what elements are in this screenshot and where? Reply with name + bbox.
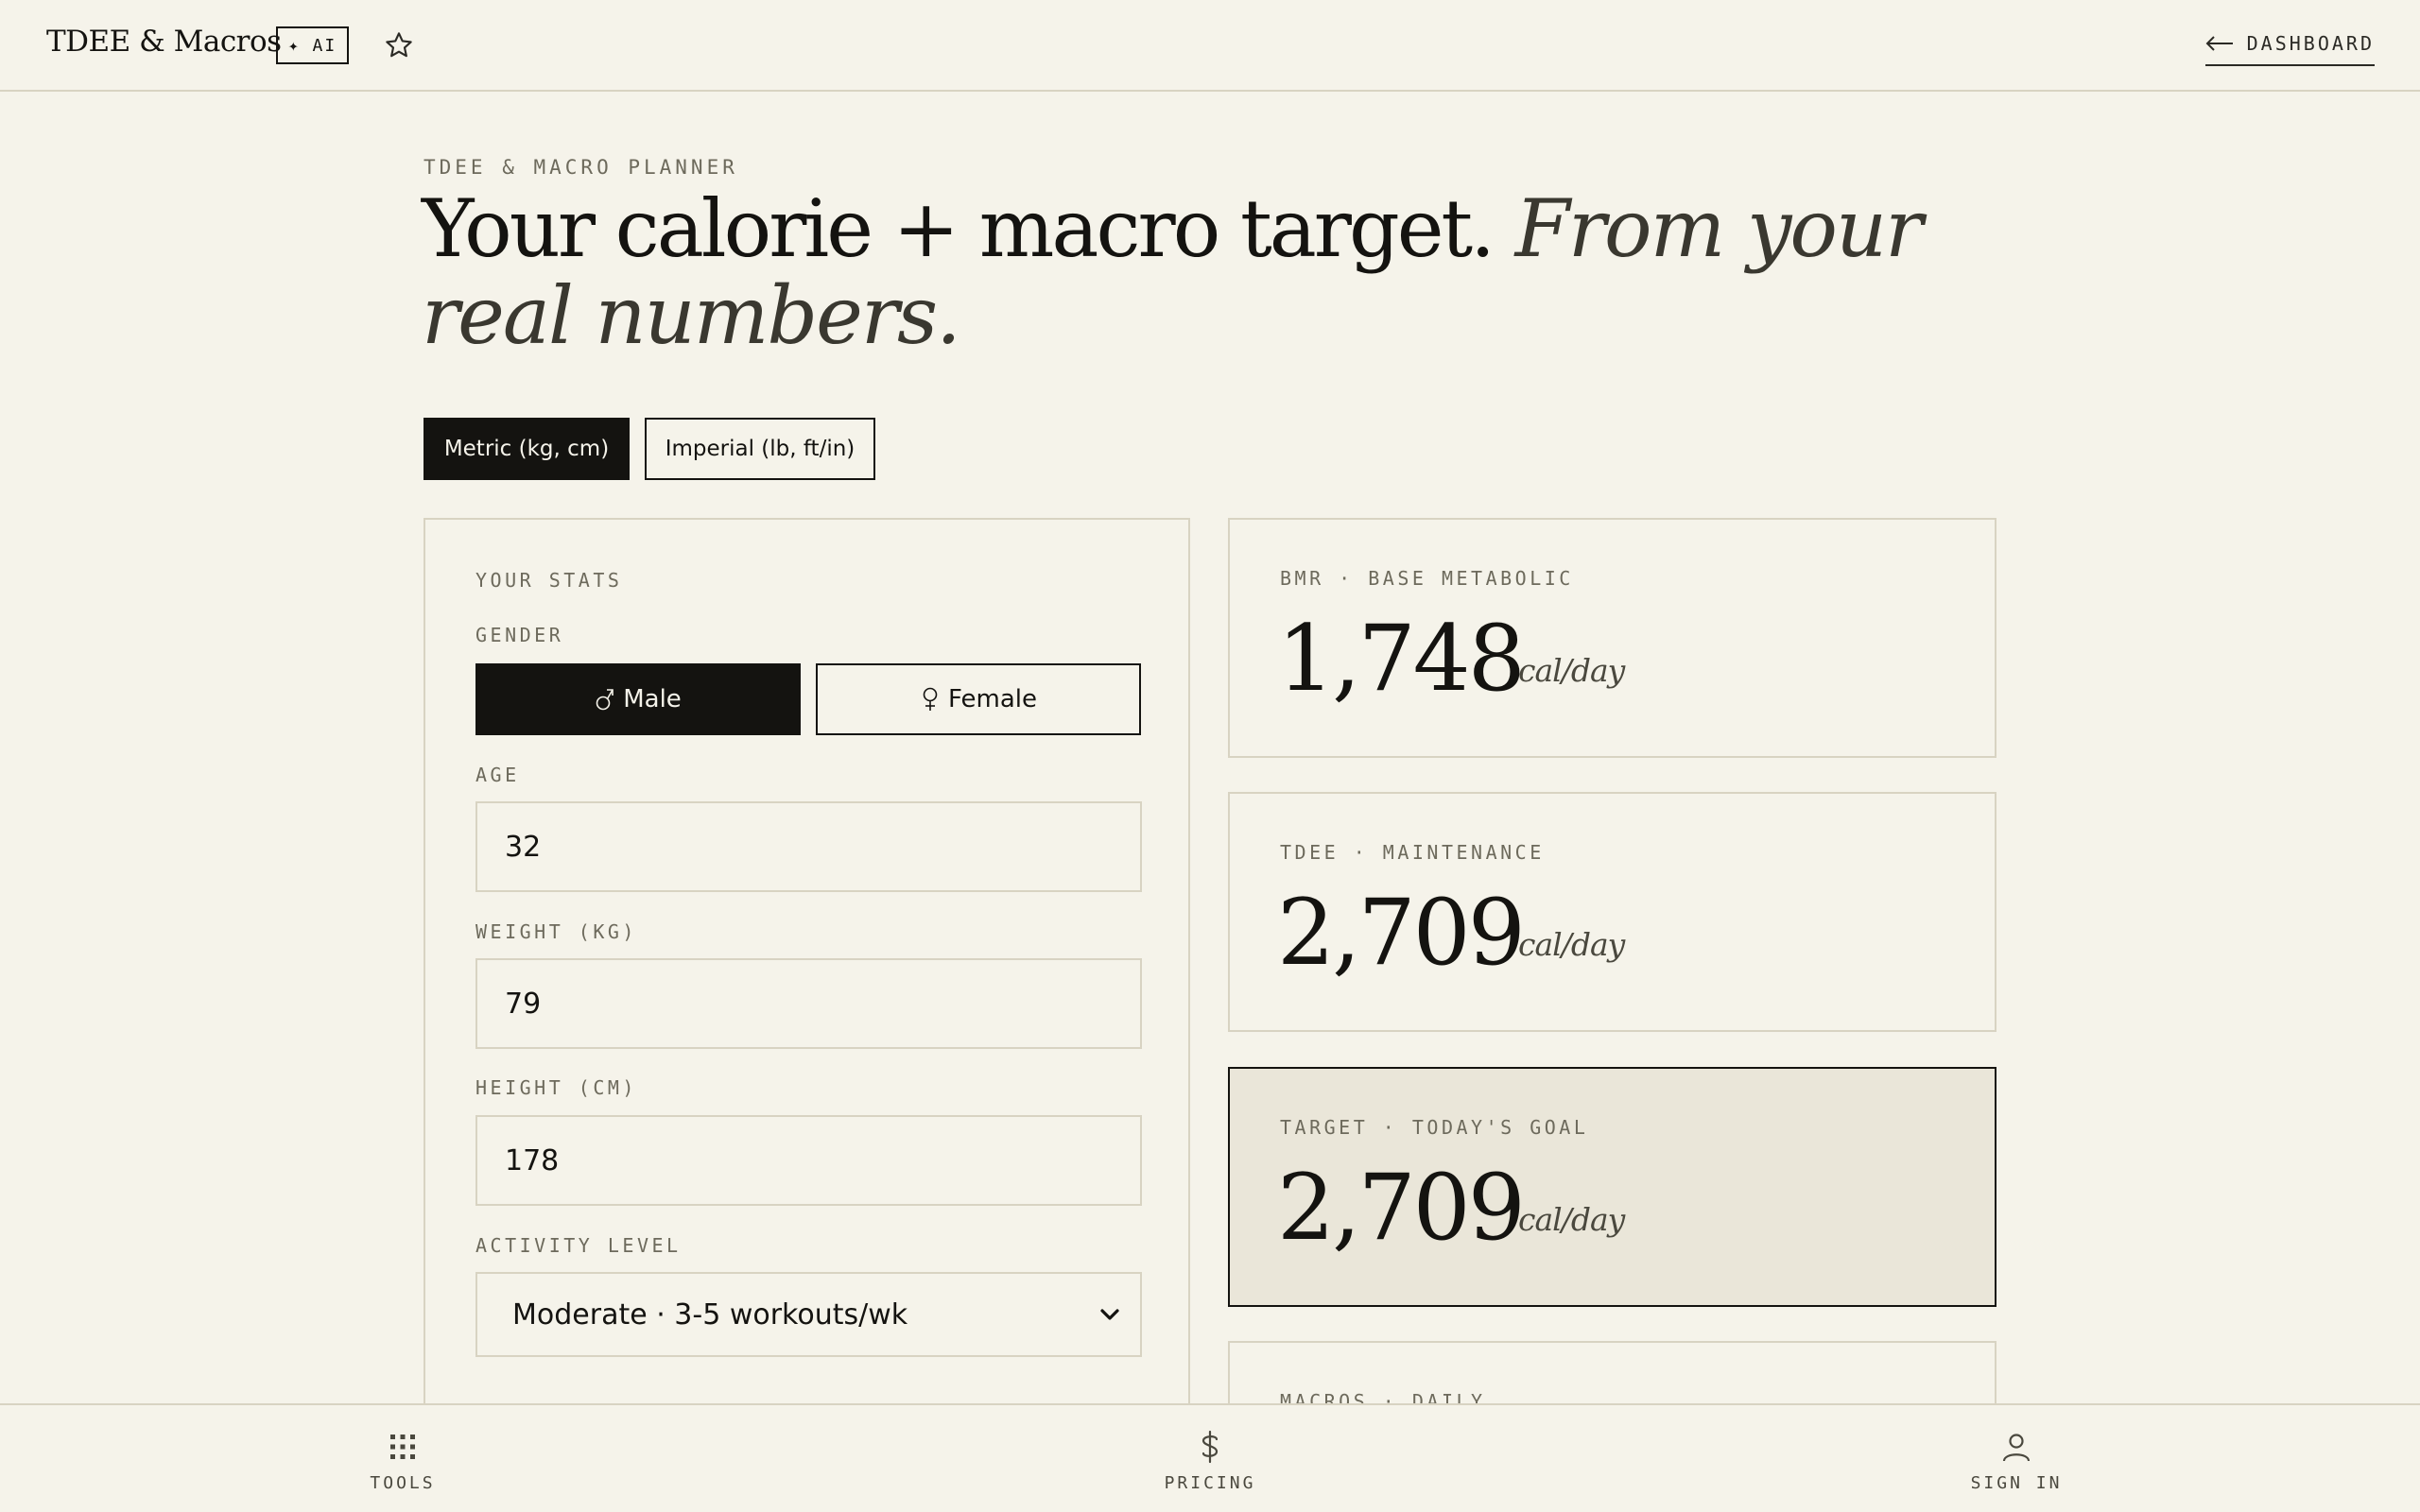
target-value: 2,709 xyxy=(1277,1155,1526,1261)
gender-label: GENDER xyxy=(475,624,564,646)
dashboard-link-label: DASHBOARD xyxy=(2246,32,2375,55)
height-input[interactable]: 178 xyxy=(475,1115,1142,1206)
bottom-nav: TOOLS PRICING SIGN IN xyxy=(0,1403,2420,1512)
target-card: TARGET · TODAY'S GOAL 2,709 cal/day xyxy=(1228,1067,1996,1307)
nav-tools-label: TOOLS xyxy=(370,1473,436,1493)
dashboard-link[interactable]: DASHBOARD xyxy=(2204,26,2375,66)
brand-title[interactable]: TDEE & Macros xyxy=(46,25,282,59)
male-label: Male xyxy=(623,685,682,713)
arrow-left-icon xyxy=(2205,36,2233,51)
bmr-unit: cal/day xyxy=(1518,652,1625,689)
age-label: AGE xyxy=(475,764,520,786)
top-bar: TDEE & Macros ✦ AI DASHBOARD xyxy=(0,0,2420,92)
tdee-card: TDEE · MAINTENANCE 2,709 cal/day xyxy=(1228,792,1996,1032)
age-input[interactable]: 32 xyxy=(475,801,1142,892)
bmr-value: 1,748 xyxy=(1277,606,1526,712)
male-icon xyxy=(596,689,614,711)
dollar-icon xyxy=(1201,1430,1219,1464)
ai-badge[interactable]: ✦ AI xyxy=(276,26,349,64)
stats-card: YOUR STATS GENDER Male Female AGE 32 WEI… xyxy=(424,518,1190,1512)
target-unit: cal/day xyxy=(1518,1201,1625,1238)
activity-label: ACTIVITY LEVEL xyxy=(475,1234,682,1257)
chevron-down-icon xyxy=(1100,1309,1119,1320)
target-label: TARGET · TODAY'S GOAL xyxy=(1280,1116,1589,1139)
bmr-card: BMR · BASE METABOLIC 1,748 cal/day xyxy=(1228,518,1996,758)
bmr-label: BMR · BASE METABOLIC xyxy=(1280,567,1574,590)
female-label: Female xyxy=(947,685,1037,713)
page-eyebrow: TDEE & MACRO PLANNER xyxy=(424,156,738,179)
male-button[interactable]: Male xyxy=(475,663,801,735)
female-button[interactable]: Female xyxy=(816,663,1141,735)
tdee-label: TDEE · MAINTENANCE xyxy=(1280,841,1545,864)
stats-section-label: YOUR STATS xyxy=(475,569,623,592)
star-icon[interactable] xyxy=(384,30,414,60)
height-label: HEIGHT (CM) xyxy=(475,1076,637,1099)
tdee-value: 2,709 xyxy=(1277,880,1526,986)
nav-pricing[interactable]: PRICING xyxy=(1134,1430,1286,1493)
weight-label: WEIGHT (KG) xyxy=(475,920,637,943)
grid-icon xyxy=(390,1435,415,1459)
activity-select[interactable]: Moderate · 3-5 workouts/wk xyxy=(475,1272,1142,1357)
activity-select-value: Moderate · 3-5 workouts/wk xyxy=(512,1297,908,1332)
weight-input[interactable]: 79 xyxy=(475,958,1142,1049)
nav-tools[interactable]: TOOLS xyxy=(327,1430,478,1493)
imperial-units-button[interactable]: Imperial (lb, ft/in) xyxy=(645,418,875,480)
user-icon xyxy=(2002,1434,2031,1462)
headline-main: Your calorie + macro target. xyxy=(422,182,1495,275)
metric-units-button[interactable]: Metric (kg, cm) xyxy=(424,418,630,480)
female-icon xyxy=(923,687,938,711)
nav-sign-in-label: SIGN IN xyxy=(1970,1473,2063,1493)
nav-pricing-label: PRICING xyxy=(1164,1473,1256,1493)
tdee-unit: cal/day xyxy=(1518,926,1625,963)
nav-sign-in[interactable]: SIGN IN xyxy=(1941,1430,2092,1493)
page-title: Your calorie + macro target. From your r… xyxy=(422,185,2029,359)
